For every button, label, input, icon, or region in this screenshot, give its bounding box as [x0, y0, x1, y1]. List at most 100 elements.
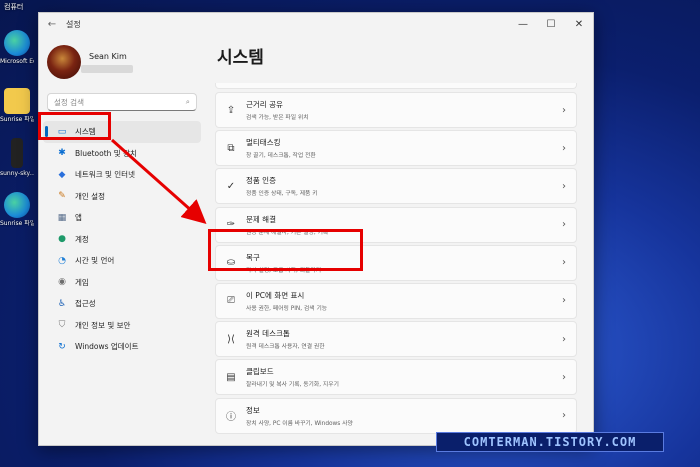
- folder-icon: [4, 88, 30, 114]
- chevron-right-icon: ›: [562, 180, 566, 192]
- watermark: COMTERMAN.TISTORY.COM: [436, 432, 664, 452]
- sidebar-item-network[interactable]: ◆ 네트워크 및 인터넷: [43, 164, 201, 186]
- card-title: 멀티태스킹: [246, 138, 281, 148]
- card-nearby-share[interactable]: ⇪ 근거리 공유검색 가능, 받은 파일 위치 ›: [215, 92, 577, 128]
- desktop-top-label: 컴퓨터: [4, 3, 24, 11]
- card-subtitle: 검색 가능, 받은 파일 위치: [246, 115, 309, 121]
- sidebar-item-bluetooth[interactable]: ✱ Bluetooth 및 장치: [43, 143, 201, 165]
- sidebar-item-gaming[interactable]: ◉ 게임: [43, 272, 201, 294]
- sidebar-item-label: 개인 설정: [75, 191, 105, 201]
- clipboard-icon: ▤: [226, 371, 236, 383]
- window-title: 설정: [66, 19, 81, 29]
- desktop-icon-label: Sunrise 파일 공유: [0, 220, 34, 227]
- sidebar-item-label: Windows 업데이트: [75, 342, 139, 352]
- sidebar-item-label: 네트워크 및 인터넷: [75, 170, 135, 180]
- sidebar-item-accessibility[interactable]: ♿ 접근성: [43, 293, 201, 315]
- chevron-right-icon: ›: [562, 410, 566, 421]
- chevron-right-icon: ›: [562, 371, 566, 383]
- sidebar-item-apps[interactable]: ▦ 앱: [43, 207, 201, 229]
- desktop-icon-label: Microsoft Edge: [0, 58, 34, 65]
- profile-email-redacted: [81, 64, 133, 73]
- network-icon: ◆: [58, 169, 66, 180]
- shield-icon: ⛉: [58, 320, 66, 331]
- card-subtitle: 잘라내기 및 복사 기록, 동기화, 지우기: [246, 382, 339, 389]
- maximize-button[interactable]: ☐: [537, 19, 565, 30]
- search-placeholder: 설정 검색: [54, 97, 84, 107]
- file-icon: [11, 138, 23, 168]
- chevron-right-icon: ›: [562, 142, 566, 154]
- card-project-to-pc[interactable]: ⎚ 이 PC에 화면 표시 사용 권한, 페어링 PIN, 검색 기능 ›: [215, 282, 577, 319]
- desktop-icon-folder[interactable]: Sunrise 파일 공유: [0, 88, 34, 123]
- account-icon: ●: [58, 234, 66, 245]
- activation-icon: ✓: [226, 180, 236, 192]
- page-title: 시스템: [217, 48, 264, 68]
- profile[interactable]: Sean Kim: [39, 35, 207, 83]
- sidebar: Sean Kim 설정 검색 ⌕ ▭ 시스템 ✱ Bluetooth 및 장치 …: [39, 35, 207, 445]
- search-icon: ⌕: [185, 97, 190, 106]
- desktop-icon-label: Sunrise 파일 공유: [0, 116, 34, 123]
- multitasking-icon: ⧉: [227, 142, 235, 154]
- edge-icon: [4, 30, 30, 56]
- sidebar-item-label: 접근성: [75, 299, 96, 309]
- profile-name: Sean Kim: [89, 51, 127, 61]
- chevron-right-icon: ›: [562, 257, 566, 269]
- highlight-box-system: [38, 112, 111, 140]
- card-remote-desktop[interactable]: ⟩⟨ 원격 데스크톱 원격 데스크톱 사용자, 연결 권한 ›: [215, 321, 577, 358]
- project-to-pc-icon: ⎚: [227, 295, 235, 307]
- sidebar-item-label: 계정: [75, 234, 89, 244]
- about-icon: ⓘ: [226, 412, 236, 423]
- sidebar-item-label: Bluetooth 및 장치: [75, 148, 137, 158]
- minimize-button[interactable]: —: [509, 19, 537, 30]
- card-about[interactable]: ⓘ 정보장치 사양, PC 이름 바꾸기, Windows 사양 ›: [215, 397, 577, 434]
- gamepad-icon: ◉: [58, 277, 66, 288]
- clock-globe-icon: ◔: [58, 255, 66, 266]
- brush-icon: ✎: [58, 191, 66, 202]
- edge-icon: [4, 192, 30, 218]
- card-subtitle: 창 끌기, 데스크톱, 작업 전환: [246, 153, 316, 160]
- card-subtitle: 장치 사양, PC 이름 바꾸기, Windows 사양: [246, 420, 353, 427]
- sidebar-item-label: 앱: [75, 213, 82, 223]
- update-icon: ↻: [58, 341, 66, 352]
- card-title: 원격 데스크톱: [246, 329, 290, 339]
- card-title: 근거리 공유: [246, 100, 283, 109]
- sidebar-item-accounts[interactable]: ● 계정: [43, 229, 201, 251]
- back-arrow-icon[interactable]: ←: [42, 19, 62, 30]
- card-activation[interactable]: ✓ 정품 인증정품 인증 상태, 구독, 제품 키 ›: [215, 168, 577, 205]
- card-sliver: [215, 83, 577, 89]
- sidebar-nav: ▭ 시스템 ✱ Bluetooth 및 장치 ◆ 네트워크 및 인터넷 ✎ 개인…: [39, 121, 207, 358]
- desktop-icon-label: sunny-sky...: [0, 170, 34, 177]
- card-title: 문제 해결: [246, 214, 276, 224]
- sidebar-item-windows-update[interactable]: ↻ Windows 업데이트: [43, 336, 201, 358]
- desktop-icon-edge[interactable]: Microsoft Edge: [0, 30, 34, 65]
- close-button[interactable]: ✕: [565, 19, 593, 30]
- card-subtitle: 사용 권한, 페어링 PIN, 검색 기능: [246, 305, 328, 312]
- remote-desktop-icon: ⟩⟨: [227, 333, 235, 345]
- chevron-right-icon: ›: [562, 295, 566, 307]
- card-subtitle: 원격 데스크톱 사용자, 연결 권한: [246, 344, 325, 351]
- card-title: 클립보드: [246, 367, 274, 377]
- desktop-icon-file[interactable]: sunny-sky...: [0, 138, 34, 177]
- sidebar-item-time-language[interactable]: ◔ 시간 및 언어: [43, 250, 201, 272]
- avatar: [47, 45, 81, 79]
- card-multitasking[interactable]: ⧉ 멀티태스킹창 끌기, 데스크톱, 작업 전환 ›: [215, 130, 577, 167]
- search-input[interactable]: 설정 검색 ⌕: [47, 93, 197, 111]
- apps-icon: ▦: [57, 212, 67, 223]
- card-clipboard[interactable]: ▤ 클립보드잘라내기 및 복사 기록, 동기화, 지우기 ›: [215, 359, 577, 396]
- sidebar-item-privacy[interactable]: ⛉ 개인 정보 및 보안: [43, 315, 201, 337]
- highlight-box-recovery: [208, 229, 363, 271]
- sidebar-item-label: 게임: [75, 277, 89, 287]
- card-title: 정보: [246, 405, 260, 415]
- window-controls: — ☐ ✕: [509, 19, 593, 30]
- nearby-share-icon: ⇪: [226, 104, 236, 116]
- card-title: 정품 인증: [246, 176, 276, 186]
- desktop-icon-edge-2[interactable]: Sunrise 파일 공유: [0, 192, 34, 227]
- card-subtitle: 정품 인증 상태, 구독, 제품 키: [246, 191, 318, 198]
- sidebar-item-label: 시간 및 언어: [75, 256, 115, 266]
- bluetooth-icon: ✱: [58, 148, 66, 159]
- chevron-right-icon: ›: [562, 104, 566, 116]
- sidebar-item-label: 개인 정보 및 보안: [75, 320, 131, 330]
- accessibility-icon: ♿: [57, 298, 67, 309]
- chevron-right-icon: ›: [562, 219, 566, 231]
- title-bar: ← 설정 — ☐ ✕: [39, 13, 593, 35]
- sidebar-item-personalization[interactable]: ✎ 개인 설정: [43, 186, 201, 208]
